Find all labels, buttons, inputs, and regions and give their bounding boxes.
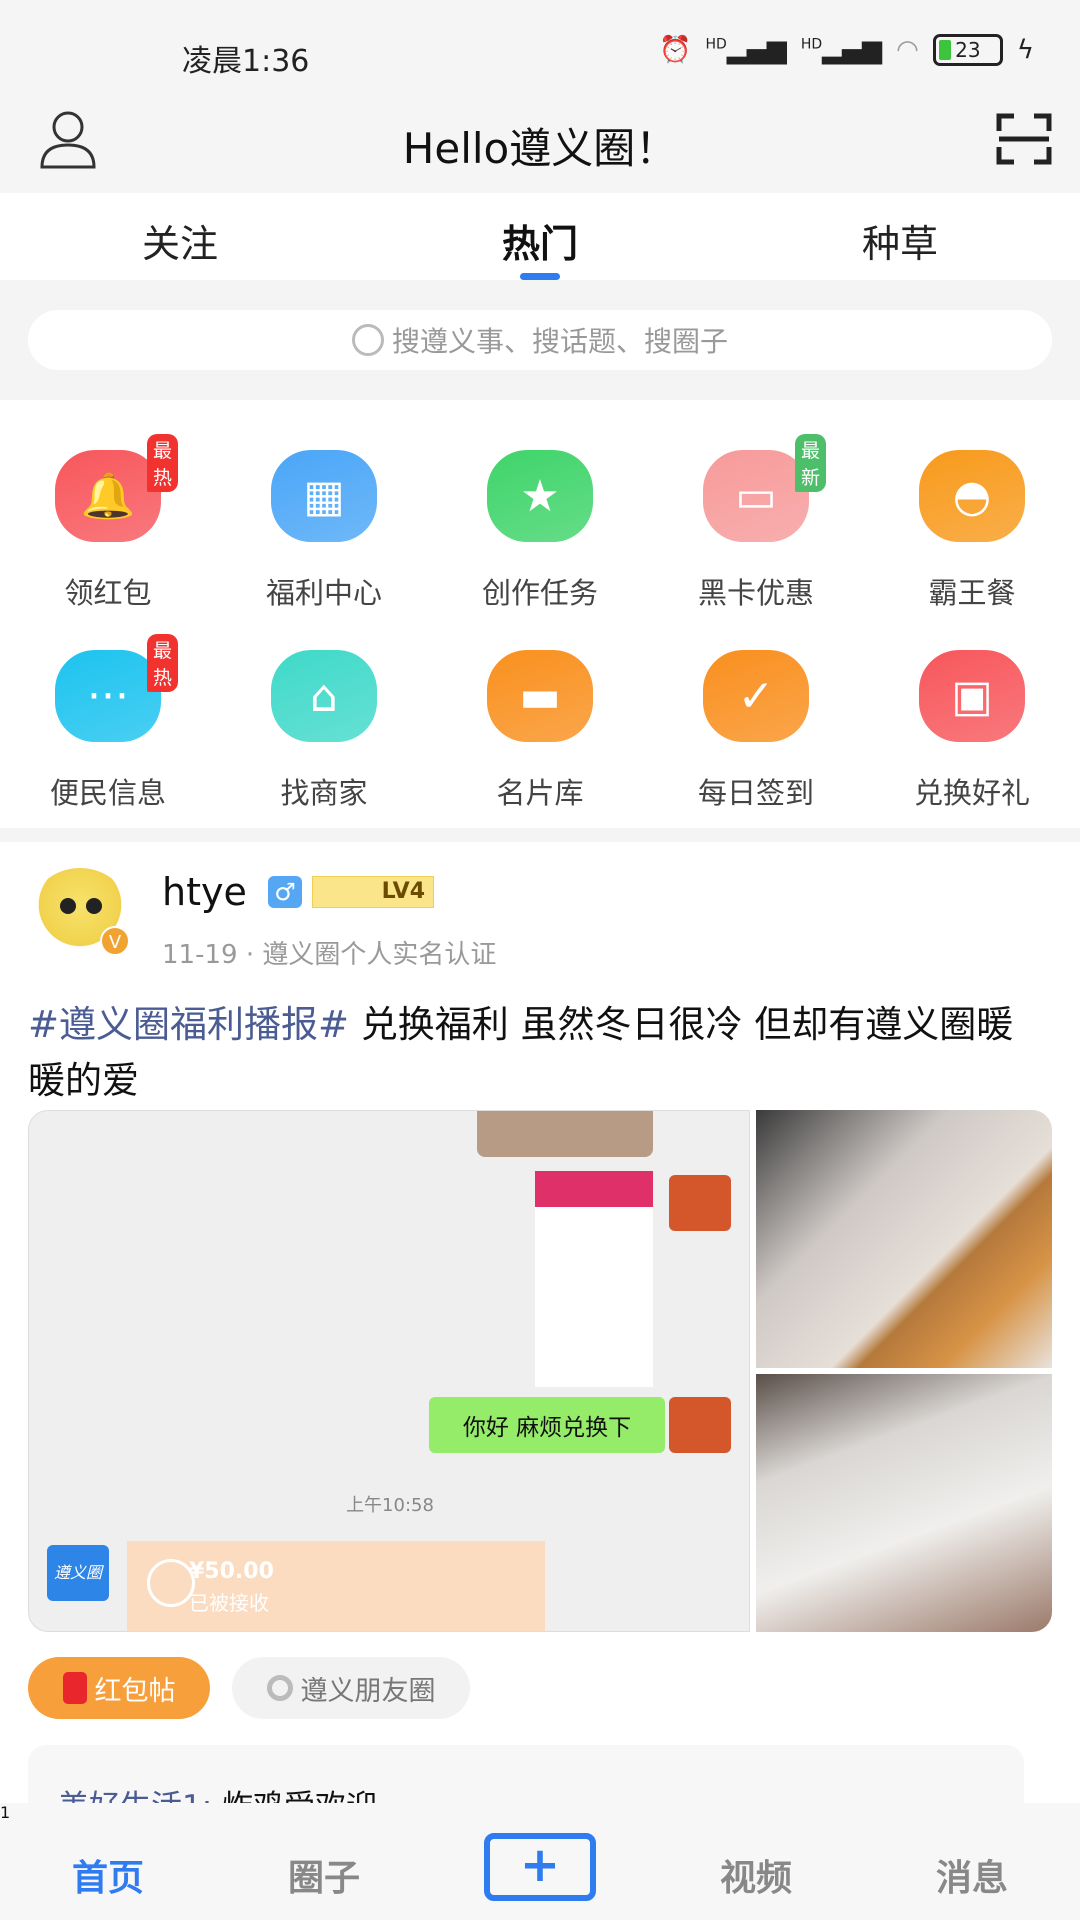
folder-icon: ▬ (487, 650, 593, 742)
status-bar: 凌晨1:36 ⏰ HD▂▄▆ HD▂▄▆ ◠ 23 ϟ (0, 0, 1080, 95)
post-image-fried-chicken[interactable] (756, 1110, 1052, 1368)
nav-circles[interactable]: 圈子 (244, 1849, 404, 1901)
tab-indicator (520, 273, 560, 280)
feature-calendar-star[interactable]: ★ 创作任务 (432, 450, 648, 612)
signal-icon: HD▂▄▆ (705, 35, 787, 65)
search-icon (351, 324, 384, 356)
feature-chat-bubble[interactable]: ··· 最热便民信息 (0, 634, 216, 812)
tab-hot[interactable]: 热门 (440, 213, 640, 268)
wifi-icon: ◠ (896, 35, 919, 65)
red-packet-status: 已被接收 (189, 1591, 269, 1615)
feature-bell[interactable]: 🔔 最热领红包 (0, 434, 216, 612)
red-packet-amount: ¥50.00 (189, 1559, 274, 1584)
search-input[interactable]: 搜遵义事、搜话题、搜圈子 (28, 310, 1052, 370)
feature-label: 便民信息 (49, 776, 166, 810)
app-title: Hello遵义圈！ (402, 124, 678, 173)
header: Hello遵义圈！ (0, 95, 1080, 193)
message-count-badge: 1 (0, 1803, 11, 1822)
feature-grid: 🔔 最热领红包 ▦ 福利中心 ★ 创作任务 ▭ 最新黑卡优惠 ◓ 霸王餐 ··· 最热便民信息 ⌂ 找商家… (0, 400, 1080, 828)
wallet-icon: ▭ 最新 (703, 434, 827, 542)
chat-time: 上午10:58 (346, 1495, 434, 1516)
chat-avatar (669, 1175, 731, 1231)
chat-bubble: 你好 麻烦兑换下 (429, 1397, 665, 1453)
house-heart-icon: ⌂ (271, 650, 377, 742)
box-icon: ▦ (271, 450, 377, 542)
clipboard-check-icon: ✓ (703, 650, 809, 742)
feature-badge: 最新 (795, 434, 827, 492)
post-image-chat-screenshot[interactable]: 你好 麻烦兑换下 上午10:58 遵义圈 ¥50.00 已被接收 (28, 1110, 750, 1632)
feature-label: 领红包 (64, 576, 152, 610)
circle-icon (266, 1675, 293, 1701)
signal-icon: HD▂▄▆ (800, 35, 883, 65)
feature-label: 福利中心 (265, 576, 382, 610)
feature-label: 找商家 (280, 776, 368, 810)
feature-label: 创作任务 (481, 576, 598, 610)
feature-folder[interactable]: ▬ 名片库 (432, 650, 648, 812)
feature-label: 每日签到 (697, 776, 814, 810)
logo: 遵义圈 (47, 1545, 109, 1601)
hashtag-link[interactable]: #遵义圈福利播报# (28, 1003, 349, 1046)
search-placeholder: 搜遵义事、搜话题、搜圈子 (391, 325, 728, 358)
battery-icon: 23 (932, 34, 1003, 66)
chat-avatar (669, 1397, 731, 1453)
feature-box[interactable]: ▦ 福利中心 (216, 450, 432, 612)
feature-house-heart[interactable]: ⌂ 找商家 (216, 650, 432, 812)
create-post-button[interactable]: + (484, 1833, 596, 1901)
chat-bubble-icon: ··· 最热 (55, 634, 179, 742)
verified-icon: V (100, 926, 130, 956)
level-badge: LV4 (312, 876, 434, 908)
feature-label: 兑换好礼 (913, 776, 1030, 810)
bell-icon: 🔔 最热 (55, 434, 179, 542)
cupcake-icon: ◓ (919, 450, 1025, 542)
nav-home[interactable]: 首页 (28, 1849, 188, 1901)
feature-label: 黑卡优惠 (697, 576, 814, 610)
tag-red-packet[interactable]: 红包帖 (28, 1657, 210, 1719)
alarm-icon: ⏰ (659, 35, 692, 65)
nav-messages[interactable]: 消息 (892, 1849, 1052, 1901)
calendar-star-icon: ★ (487, 450, 593, 542)
feature-cupcake[interactable]: ◓ 霸王餐 (864, 450, 1080, 612)
charging-icon: ϟ (1016, 35, 1034, 65)
feature-label: 名片库 (496, 776, 584, 810)
feature-clipboard-check[interactable]: ✓ 每日签到 (648, 650, 864, 812)
feature-badge: 最热 (147, 434, 179, 492)
red-envelope-icon (62, 1672, 87, 1704)
tag-circle[interactable]: 遵义朋友圈 (232, 1657, 470, 1719)
bottom-nav: 首页 圈子 + 视频 消息 1 (0, 1803, 1080, 1920)
tab-recommend[interactable]: 种草 (800, 213, 1000, 268)
post-text: #遵义圈福利播报# 兑换福利 虽然冬日很冷 但却有遵义圈暖暖的爱 (28, 1003, 1014, 1102)
feed-tabs: 关注 热门 种草 (0, 193, 1080, 280)
feature-badge: 最热 (147, 634, 179, 692)
post-meta: 11-19 · 遵义圈个人实名认证 (162, 940, 497, 970)
username[interactable]: htye (162, 870, 247, 914)
feature-gift[interactable]: ▣ 兑换好礼 (864, 650, 1080, 812)
post-image-receipt[interactable] (756, 1374, 1052, 1632)
check-circle-icon (147, 1559, 195, 1607)
gift-icon: ▣ (919, 650, 1025, 742)
status-icons: ⏰ HD▂▄▆ HD▂▄▆ ◠ 23 ϟ (659, 34, 1034, 66)
clock: 凌晨1:36 (182, 44, 310, 79)
scan-icon[interactable] (996, 113, 1052, 165)
feature-wallet[interactable]: ▭ 最新黑卡优惠 (648, 434, 864, 612)
feature-label: 霸王餐 (928, 576, 1016, 610)
post-card[interactable]: V htye ♂ LV4 11-19 · 遵义圈个人实名认证 #遵义圈福利播报#… (0, 842, 1080, 1865)
male-icon: ♂ (268, 876, 302, 908)
nav-video[interactable]: 视频 (676, 1849, 836, 1901)
tab-follow[interactable]: 关注 (80, 213, 280, 268)
